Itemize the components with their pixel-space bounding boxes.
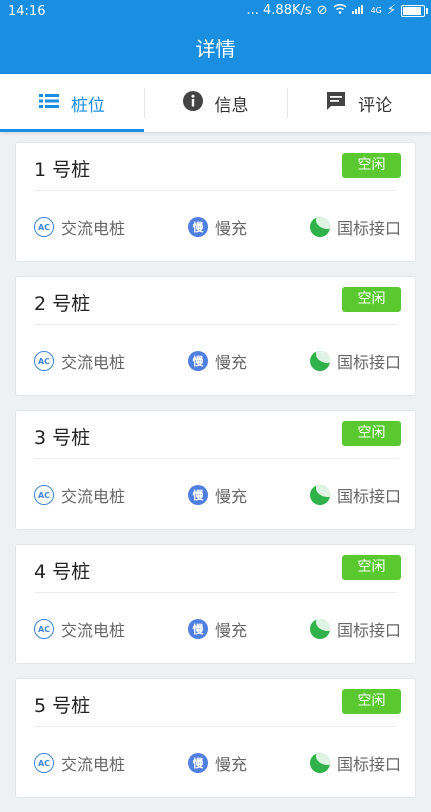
status-badge: 空闲 xyxy=(342,153,401,178)
pile-type: AC 交流电桩 xyxy=(34,349,125,373)
comment-icon xyxy=(326,91,346,116)
battery-icon xyxy=(401,4,428,17)
pile-interface: 国标接口 xyxy=(309,617,401,641)
pile-interface: 国标接口 xyxy=(309,349,401,373)
ac-icon: AC xyxy=(34,217,54,237)
slow-charge-icon: 慢 xyxy=(187,351,208,371)
pile-card[interactable]: 2 号桩 空闲 AC 交流电桩 慢慢充 国标接口 xyxy=(15,276,416,396)
status-badge: 空闲 xyxy=(342,689,401,714)
pile-card[interactable]: 1 号桩 空闲 AC 交流电桩 慢慢充 国标接口 xyxy=(15,142,416,262)
slow-charge-icon: 慢 xyxy=(187,753,208,773)
pile-type: AC 交流电桩 xyxy=(34,483,125,507)
charging-icon: ⚡ xyxy=(386,3,396,18)
pile-interface-label: 国标接口 xyxy=(336,353,401,372)
pile-name: 2 号桩 xyxy=(34,293,91,315)
info-icon xyxy=(182,90,203,116)
pile-name: 5 号桩 xyxy=(34,695,91,717)
gb-standard-icon xyxy=(309,753,330,773)
pile-type-label: 交流电桩 xyxy=(61,621,126,640)
pile-name: 3 号桩 xyxy=(34,427,91,449)
slow-charge-icon: 慢 xyxy=(187,619,208,639)
pile-interface-label: 国标接口 xyxy=(336,755,401,774)
pile-speed-label: 慢充 xyxy=(214,353,247,372)
tab-bar: 桩位 信息 评论 xyxy=(0,74,431,132)
lte-label: 4G xyxy=(370,6,382,15)
pile-attributes: AC 交流电桩 慢慢充 国标接口 xyxy=(34,617,401,641)
pile-type-label: 交流电桩 xyxy=(61,353,126,372)
pile-attributes: AC 交流电桩 慢慢充 国标接口 xyxy=(34,751,401,775)
pile-card[interactable]: 3 号桩 空闲 AC 交流电桩 慢慢充 国标接口 xyxy=(15,410,416,530)
status-badge: 空闲 xyxy=(342,555,401,580)
tab-piles-label: 桩位 xyxy=(70,95,105,116)
gb-standard-icon xyxy=(309,485,330,505)
pile-interface-label: 国标接口 xyxy=(336,621,401,640)
pile-name: 1 号桩 xyxy=(34,159,91,181)
status-icons: ... 4.88K/s ⊘ 4G ⚡ xyxy=(246,3,428,18)
gb-standard-icon xyxy=(309,619,330,639)
pile-type-label: 交流电桩 xyxy=(61,755,126,774)
pile-type: AC 交流电桩 xyxy=(34,215,125,239)
ac-icon: AC xyxy=(34,351,54,371)
list-icon xyxy=(38,93,59,114)
pile-speed: 慢慢充 xyxy=(187,751,247,775)
gb-standard-icon xyxy=(309,217,330,237)
divider xyxy=(34,190,397,191)
tab-piles[interactable]: 桩位 xyxy=(0,74,144,132)
pile-interface: 国标接口 xyxy=(309,751,401,775)
pile-type: AC 交流电桩 xyxy=(34,617,125,641)
tab-comments-label: 评论 xyxy=(358,95,393,116)
pile-speed-label: 慢充 xyxy=(214,487,247,506)
slow-charge-icon: 慢 xyxy=(187,485,208,505)
gb-standard-icon xyxy=(309,351,330,371)
signal-icon xyxy=(351,3,366,18)
divider xyxy=(34,592,397,593)
pile-interface-label: 国标接口 xyxy=(336,219,401,238)
pile-type-label: 交流电桩 xyxy=(61,219,126,238)
pile-attributes: AC 交流电桩 慢慢充 国标接口 xyxy=(34,349,401,373)
pile-speed-label: 慢充 xyxy=(214,755,247,774)
pile-type-label: 交流电桩 xyxy=(61,487,126,506)
divider xyxy=(34,458,397,459)
pile-name: 4 号桩 xyxy=(34,561,91,583)
pile-speed: 慢慢充 xyxy=(187,483,247,507)
divider xyxy=(34,726,397,727)
ac-icon: AC xyxy=(34,485,54,505)
pile-interface-label: 国标接口 xyxy=(336,487,401,506)
pile-speed: 慢慢充 xyxy=(187,617,247,641)
network-speed: ... 4.88K/s xyxy=(246,3,312,18)
pile-card[interactable]: 4 号桩 空闲 AC 交流电桩 慢慢充 国标接口 xyxy=(15,544,416,664)
pile-speed-label: 慢充 xyxy=(214,219,247,238)
pile-list: 1 号桩 空闲 AC 交流电桩 慢慢充 国标接口 2 号桩 空闲 AC 交流电桩 慢… xyxy=(15,142,416,812)
wifi-icon xyxy=(333,3,347,18)
status-badge: 空闲 xyxy=(342,287,401,312)
pile-speed-label: 慢充 xyxy=(214,621,247,640)
divider xyxy=(34,324,397,325)
status-time: 14:16 xyxy=(8,4,46,19)
tab-info-label: 信息 xyxy=(214,95,249,116)
pile-speed: 慢慢充 xyxy=(187,349,247,373)
pile-speed: 慢慢充 xyxy=(187,215,247,239)
slow-charge-icon: 慢 xyxy=(187,217,208,237)
tab-info[interactable]: 信息 xyxy=(143,74,288,132)
tab-comments[interactable]: 评论 xyxy=(287,74,431,132)
pile-interface: 国标接口 xyxy=(309,215,401,239)
ac-icon: AC xyxy=(34,753,54,773)
pile-type: AC 交流电桩 xyxy=(34,751,125,775)
mute-icon: ⊘ xyxy=(316,3,328,18)
pile-attributes: AC 交流电桩 慢慢充 国标接口 xyxy=(34,215,401,239)
pile-card[interactable]: 5 号桩 空闲 AC 交流电桩 慢慢充 国标接口 xyxy=(15,678,416,798)
status-badge: 空闲 xyxy=(342,421,401,446)
pile-attributes: AC 交流电桩 慢慢充 国标接口 xyxy=(34,483,401,507)
pile-interface: 国标接口 xyxy=(309,483,401,507)
page-title: 详情 xyxy=(195,37,236,61)
status-bar: 14:16 ... 4.88K/s ⊘ 4G ⚡ xyxy=(0,0,431,24)
ac-icon: AC xyxy=(34,619,54,639)
app-bar: 详情 xyxy=(0,24,431,74)
